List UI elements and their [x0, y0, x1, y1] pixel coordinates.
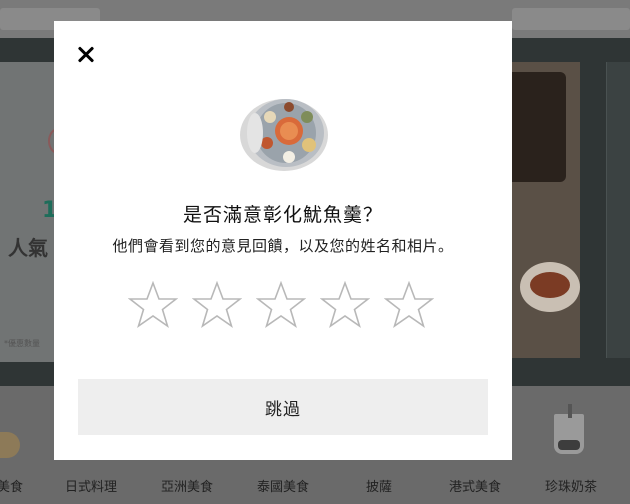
tea-image	[530, 272, 570, 298]
rating-dialog: 是否滿意彰化魷魚羹？ 他們會看到您的意見回饋，以及您的姓名和相片。 跳過	[54, 21, 512, 460]
category-label[interactable]: 亞洲美食	[147, 476, 227, 495]
bubble-tea-icon	[554, 404, 584, 454]
cake-image	[512, 72, 566, 182]
star-3-icon[interactable]	[256, 281, 306, 329]
category-label[interactable]: 美食	[0, 476, 50, 495]
category-label[interactable]: 港式美食	[435, 476, 515, 495]
star-rating	[128, 281, 448, 331]
star-1-icon[interactable]	[128, 281, 178, 329]
dialog-title: 是否滿意彰化魷魚羹？	[182, 204, 383, 226]
category-label[interactable]: 披薩	[339, 476, 419, 495]
dialog-subtitle: 他們會看到您的意見回饋，以及您的姓名和相片。	[112, 237, 454, 255]
category-label[interactable]: 日式料理	[51, 476, 131, 495]
category-label[interactable]: 珍珠奶茶	[531, 476, 611, 495]
category-label[interactable]: 泰國美食	[243, 476, 323, 495]
background-promo-card-right	[512, 62, 580, 358]
background-account-bar	[512, 8, 630, 30]
background-promo-card-far	[606, 62, 630, 358]
background-hero-text: 人氣	[8, 238, 48, 260]
restaurant-food-image	[240, 99, 328, 171]
star-2-icon[interactable]	[192, 281, 242, 329]
star-5-icon[interactable]	[384, 281, 434, 329]
skip-button[interactable]: 跳過	[78, 379, 488, 435]
close-icon[interactable]	[74, 43, 98, 67]
background-hero-note: *優惠數量	[4, 339, 40, 348]
star-4-icon[interactable]	[320, 281, 370, 329]
